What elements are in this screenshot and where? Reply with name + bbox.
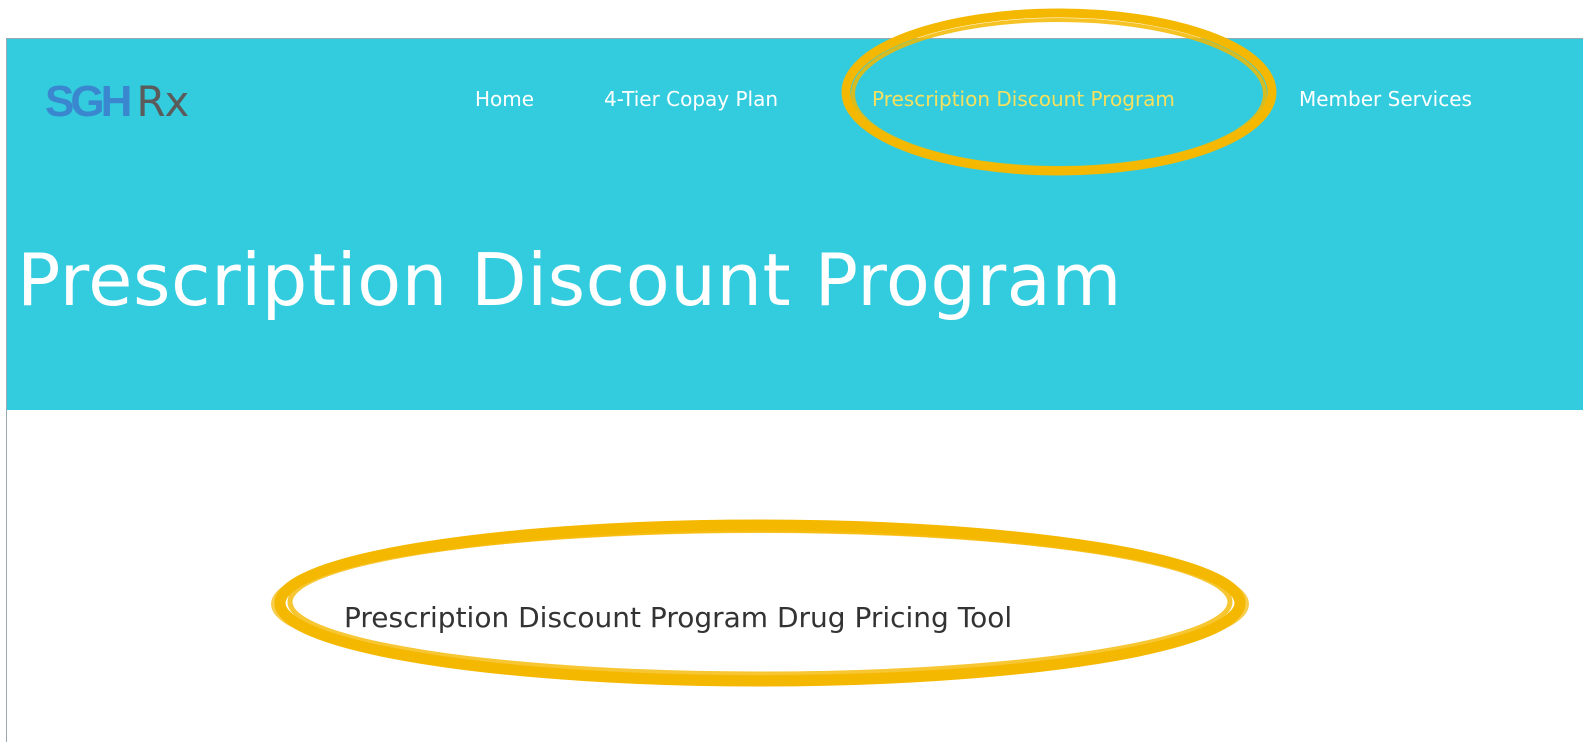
drug-pricing-tool-link[interactable]: Prescription Discount Program Drug Prici… bbox=[344, 598, 1012, 638]
hero-banner: SGH Rx Home 4-Tier Copay Plan Prescripti… bbox=[7, 39, 1583, 410]
page-title: Prescription Discount Program bbox=[17, 238, 1122, 322]
nav-home[interactable]: Home bbox=[475, 84, 534, 114]
nav-member-services[interactable]: Member Services bbox=[1299, 84, 1472, 114]
nav-4-tier-copay-plan[interactable]: 4-Tier Copay Plan bbox=[604, 84, 778, 114]
browser-content-frame: SGH Rx Home 4-Tier Copay Plan Prescripti… bbox=[6, 38, 1583, 742]
nav-prescription-discount-program[interactable]: Prescription Discount Program bbox=[872, 84, 1175, 114]
main-nav: Home 4-Tier Copay Plan Prescription Disc… bbox=[7, 84, 1583, 114]
